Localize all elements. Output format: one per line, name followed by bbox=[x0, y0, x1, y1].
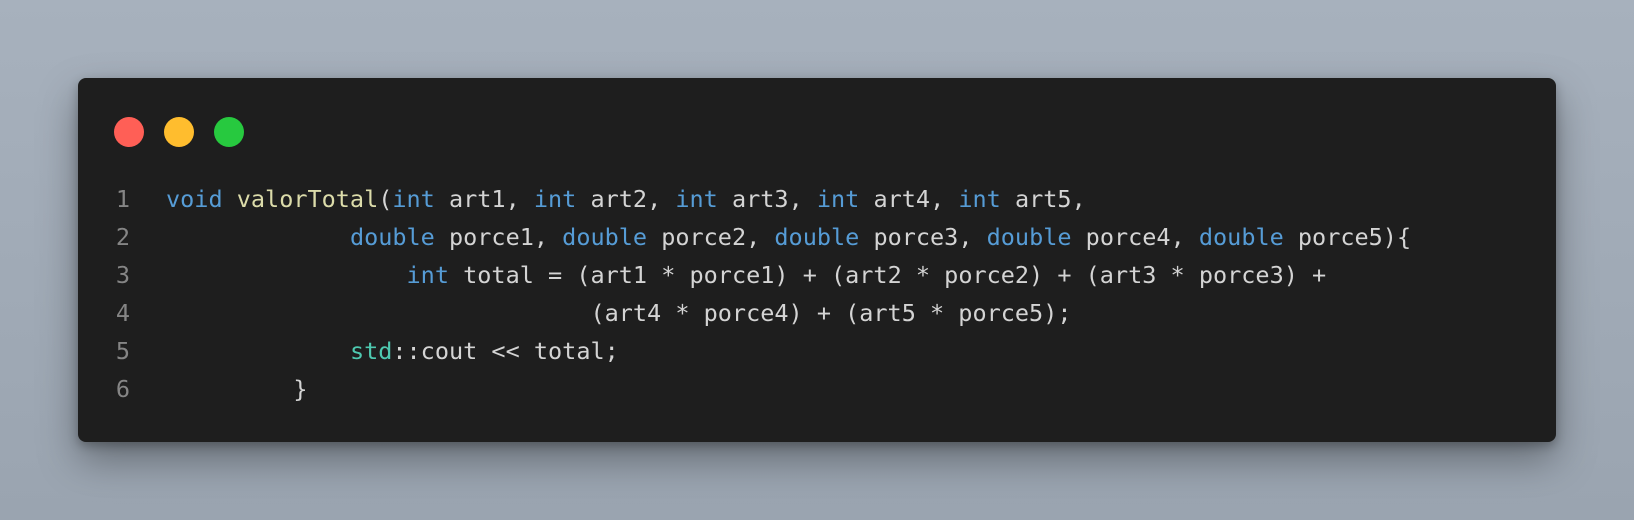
namespace-token: std bbox=[349, 337, 393, 365]
code-line: 1 void valorTotal(int art1, int art2, int… bbox=[78, 180, 1556, 218]
maximize-dot-icon[interactable] bbox=[214, 117, 244, 147]
text-token: porce5){ bbox=[1283, 223, 1412, 251]
keyword-token: double bbox=[986, 223, 1072, 251]
keyword-token: double bbox=[774, 223, 860, 251]
text-token: art5, bbox=[1000, 185, 1086, 213]
text-token: art3, bbox=[717, 185, 817, 213]
keyword-token: int bbox=[406, 261, 449, 289]
line-source: void valorTotal(int art1, int art2, int … bbox=[166, 180, 1086, 218]
keyword-token: double bbox=[562, 223, 648, 251]
line-number: 4 bbox=[115, 299, 130, 327]
text-token: (art4 * porce4) + (art5 * porce5); bbox=[166, 299, 1072, 327]
keyword-token: void bbox=[166, 185, 223, 213]
text-token: art4, bbox=[859, 185, 959, 213]
keyword-token: int bbox=[816, 185, 860, 213]
code-line: 6 } bbox=[78, 370, 1556, 408]
minimize-dot-icon[interactable] bbox=[164, 117, 194, 147]
keyword-token: double bbox=[1198, 223, 1284, 251]
keyword-token: double bbox=[349, 223, 435, 251]
keyword-token: int bbox=[533, 185, 577, 213]
window-controls bbox=[114, 117, 244, 147]
line-number: 2 bbox=[115, 223, 130, 251]
text-token: ( bbox=[378, 185, 393, 213]
line-source: double porce1, double porce2, double por… bbox=[166, 218, 1411, 256]
code-line: 4 (art4 * porce4) + (art5 * porce5); bbox=[78, 294, 1556, 332]
keyword-token: int bbox=[392, 185, 435, 213]
code-window: 1 void valorTotal(int art1, int art2, int… bbox=[78, 78, 1556, 442]
text-token: art1, bbox=[434, 185, 534, 213]
line-number: 3 bbox=[115, 261, 130, 289]
text-token: porce2, bbox=[647, 223, 775, 251]
function-token: valorTotal bbox=[236, 185, 379, 213]
keyword-token: int bbox=[958, 185, 1001, 213]
line-number: 6 bbox=[115, 375, 130, 403]
code-line: 5 std::cout << total; bbox=[78, 332, 1556, 370]
text-token: } bbox=[166, 375, 308, 403]
keyword-token: int bbox=[675, 185, 718, 213]
line-source: std::cout << total; bbox=[166, 332, 619, 370]
text-token: total = (art1 * porce1) + (art2 * porce2… bbox=[448, 261, 1327, 289]
text-token: porce1, bbox=[434, 223, 563, 251]
code-line: 2 double porce1, double porce2, double p… bbox=[78, 218, 1556, 256]
line-source: } bbox=[166, 370, 307, 408]
text-token: art2, bbox=[576, 185, 676, 213]
line-number: 1 bbox=[115, 185, 130, 213]
text-token: ::cout << total; bbox=[392, 337, 619, 365]
code-block: 1 void valorTotal(int art1, int art2, int… bbox=[78, 180, 1556, 408]
text-token: porce4, bbox=[1071, 223, 1199, 251]
line-number: 5 bbox=[115, 337, 130, 365]
line-source: (art4 * porce4) + (art5 * porce5); bbox=[166, 294, 1071, 332]
code-line: 3 int total = (art1 * porce1) + (art2 * … bbox=[78, 256, 1556, 294]
text-token: porce3, bbox=[859, 223, 987, 251]
close-dot-icon[interactable] bbox=[114, 117, 144, 147]
line-source: int total = (art1 * porce1) + (art2 * po… bbox=[166, 256, 1327, 294]
